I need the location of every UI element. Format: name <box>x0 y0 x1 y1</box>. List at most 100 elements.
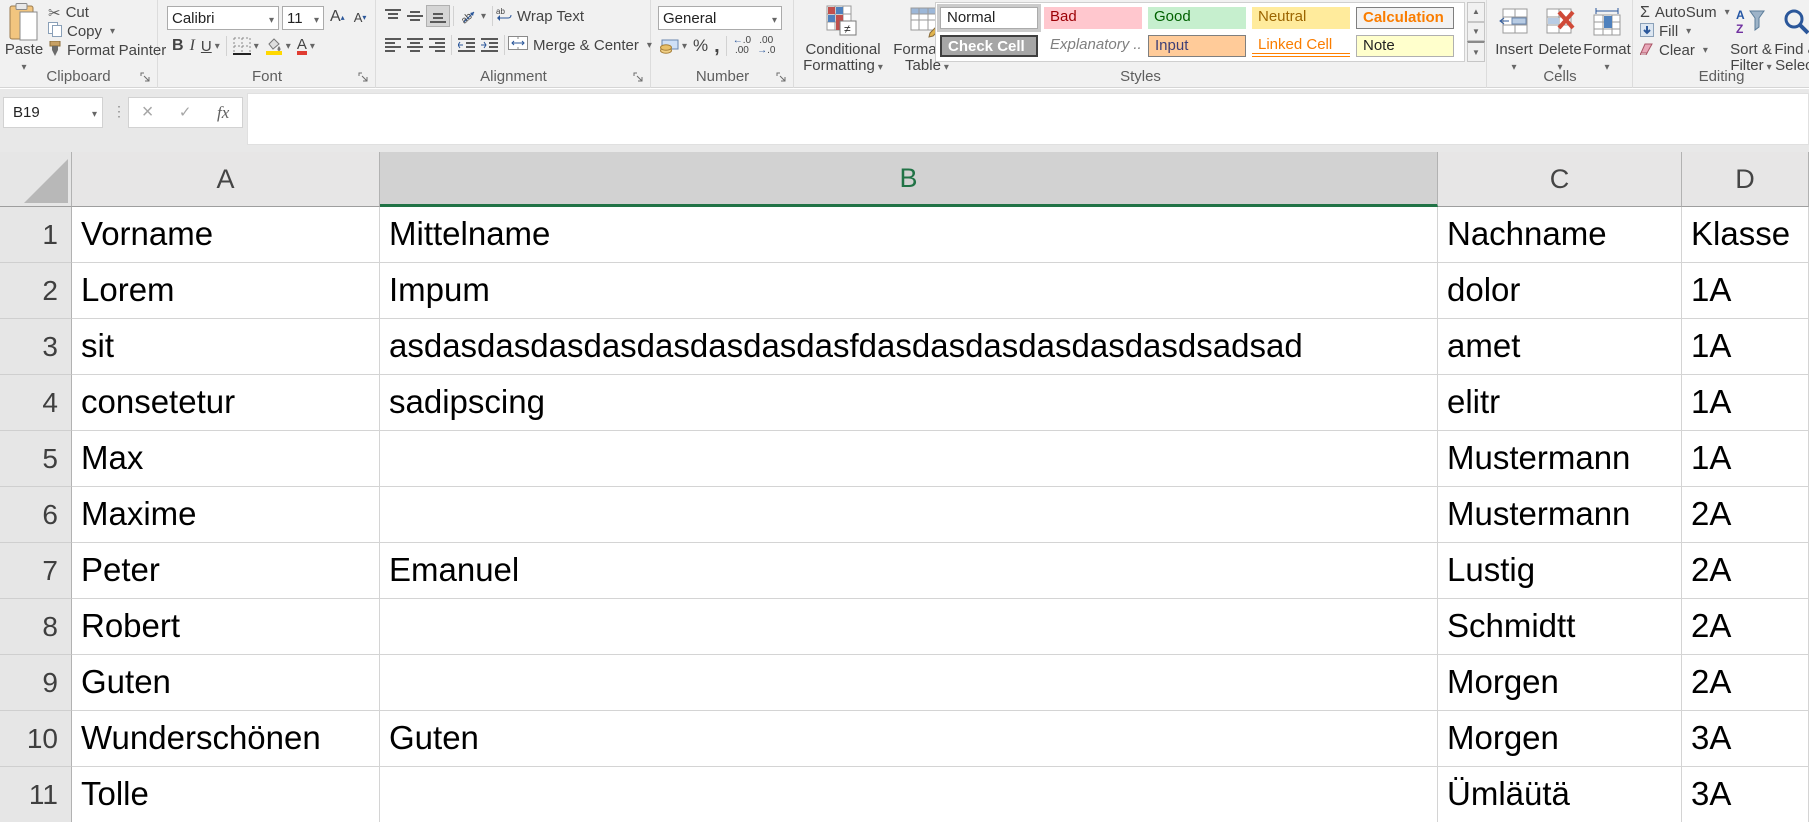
paste-button[interactable]: Paste <box>4 2 44 76</box>
formula-input[interactable] <box>247 93 1809 145</box>
decrease-decimal-button[interactable]: .00→.0 <box>754 35 778 57</box>
cell[interactable] <box>380 487 1438 543</box>
style-chip-check-cell[interactable]: Check Cell <box>940 35 1038 57</box>
cell[interactable]: Mustermann <box>1438 431 1682 487</box>
row-number[interactable]: 8 <box>0 599 72 655</box>
column-header-b[interactable]: B <box>380 152 1438 207</box>
style-chip-bad[interactable]: Bad <box>1044 7 1142 29</box>
fill-color-button[interactable] <box>262 35 294 57</box>
cell[interactable]: Lustig <box>1438 543 1682 599</box>
find-select-button[interactable]: Find & Select <box>1774 2 1809 74</box>
insert-cells-button[interactable]: Insert <box>1492 2 1536 76</box>
cell[interactable]: Mittelname <box>380 207 1438 263</box>
accounting-format-button[interactable] <box>656 35 690 57</box>
cell[interactable]: Mustermann <box>1438 487 1682 543</box>
styles-scroll-down-icon[interactable]: ▼ <box>1467 22 1485 42</box>
cut-button[interactable]: Cut <box>48 3 166 22</box>
cell[interactable]: Max <box>72 431 380 487</box>
format-painter-button[interactable]: Format Painter <box>48 41 166 60</box>
enter-icon[interactable] <box>179 103 192 122</box>
row-number[interactable]: 3 <box>0 319 72 375</box>
cell[interactable]: 1A <box>1682 431 1809 487</box>
name-box[interactable]: B19 <box>3 97 103 128</box>
cell[interactable]: Wunderschönen <box>72 711 380 767</box>
conditional-formatting-button[interactable]: ≠ Conditional Formatting <box>799 2 887 76</box>
merge-center-button[interactable]: Merge & Center <box>508 36 652 55</box>
autosum-button[interactable]: AutoSum <box>1640 3 1730 22</box>
decrease-indent-button[interactable] <box>455 34 478 56</box>
insert-function-icon[interactable] <box>217 103 229 123</box>
copy-button[interactable]: Copy <box>48 22 166 41</box>
number-format-dropdown-icon[interactable] <box>772 10 777 27</box>
cell[interactable]: Impum <box>380 263 1438 319</box>
cell[interactable]: 1A <box>1682 263 1809 319</box>
styles-gallery-expand-icon[interactable]: ▼ <box>1467 41 1485 62</box>
row-number[interactable]: 6 <box>0 487 72 543</box>
orientation-button[interactable]: ab <box>457 5 489 27</box>
cell[interactable]: Schmidtt <box>1438 599 1682 655</box>
style-chip-linked-cell[interactable]: Linked Cell <box>1252 35 1350 57</box>
alignment-dialog-launcher-icon[interactable] <box>633 71 645 83</box>
increase-indent-button[interactable] <box>478 34 501 56</box>
style-chip-neutral[interactable]: Neutral <box>1252 7 1350 29</box>
cell[interactable]: sit <box>72 319 380 375</box>
cell[interactable]: Morgen <box>1438 655 1682 711</box>
bottom-align-button[interactable] <box>426 5 450 27</box>
align-right-button[interactable] <box>426 34 448 56</box>
font-name-combo[interactable]: Calibri <box>167 6 279 30</box>
style-chip-normal[interactable]: Normal <box>940 7 1038 29</box>
align-left-button[interactable] <box>382 34 404 56</box>
cell[interactable]: consetetur <box>72 375 380 431</box>
clear-button[interactable]: Clear <box>1640 41 1730 60</box>
column-header-a[interactable]: A <box>72 152 380 207</box>
cell[interactable] <box>380 655 1438 711</box>
clipboard-dialog-launcher-icon[interactable] <box>140 71 152 83</box>
row-number[interactable]: 1 <box>0 207 72 263</box>
decrease-font-size-button[interactable] <box>351 6 370 28</box>
row-number[interactable]: 2 <box>0 263 72 319</box>
number-format-combo[interactable]: General <box>658 6 782 30</box>
cell[interactable]: Morgen <box>1438 711 1682 767</box>
cell[interactable]: Nachname <box>1438 207 1682 263</box>
cell[interactable]: Tolle <box>72 767 380 822</box>
number-dialog-launcher-icon[interactable] <box>776 71 788 83</box>
font-name-dropdown-icon[interactable] <box>269 10 274 27</box>
cell[interactable]: Maxime <box>72 487 380 543</box>
delete-cells-button[interactable]: Delete <box>1538 2 1582 76</box>
cell[interactable]: 2A <box>1682 543 1809 599</box>
column-header-c[interactable]: C <box>1438 152 1682 207</box>
cell[interactable]: 3A <box>1682 711 1809 767</box>
cell[interactable]: Vorname <box>72 207 380 263</box>
style-chip-input[interactable]: Input <box>1148 35 1246 57</box>
percent-style-button[interactable] <box>690 35 711 57</box>
row-number[interactable]: 5 <box>0 431 72 487</box>
style-chip-good[interactable]: Good <box>1148 7 1246 29</box>
row-number[interactable]: 4 <box>0 375 72 431</box>
cell[interactable]: Guten <box>72 655 380 711</box>
borders-button[interactable] <box>230 35 262 57</box>
formula-bar-separator-dots-icon[interactable] <box>112 103 126 121</box>
cell[interactable]: 2A <box>1682 655 1809 711</box>
styles-scroll-up-icon[interactable]: ▲ <box>1467 2 1485 22</box>
cell[interactable]: elitr <box>1438 375 1682 431</box>
cell[interactable]: Emanuel <box>380 543 1438 599</box>
cell[interactable]: Guten <box>380 711 1438 767</box>
cell[interactable]: Peter <box>72 543 380 599</box>
underline-button[interactable] <box>198 35 223 57</box>
font-size-dropdown-icon[interactable] <box>314 10 319 27</box>
style-chip-explanatory[interactable]: Explanatory ... <box>1044 35 1142 57</box>
italic-button[interactable] <box>187 35 198 57</box>
cell[interactable]: dolor <box>1438 263 1682 319</box>
wrap-text-button[interactable]: ab Wrap Text <box>496 7 584 26</box>
cell[interactable] <box>380 767 1438 822</box>
cell[interactable]: asdasdasdasdasdasdasdasdasfdasdasdasdasd… <box>380 319 1438 375</box>
top-align-button[interactable] <box>382 5 404 27</box>
bold-button[interactable] <box>169 35 187 57</box>
cell[interactable]: Ümläütä <box>1438 767 1682 822</box>
cell[interactable]: sadipscing <box>380 375 1438 431</box>
cell[interactable]: 2A <box>1682 599 1809 655</box>
cell[interactable]: Robert <box>72 599 380 655</box>
font-dialog-launcher-icon[interactable] <box>358 71 370 83</box>
row-number[interactable]: 11 <box>0 767 72 822</box>
row-number[interactable]: 7 <box>0 543 72 599</box>
